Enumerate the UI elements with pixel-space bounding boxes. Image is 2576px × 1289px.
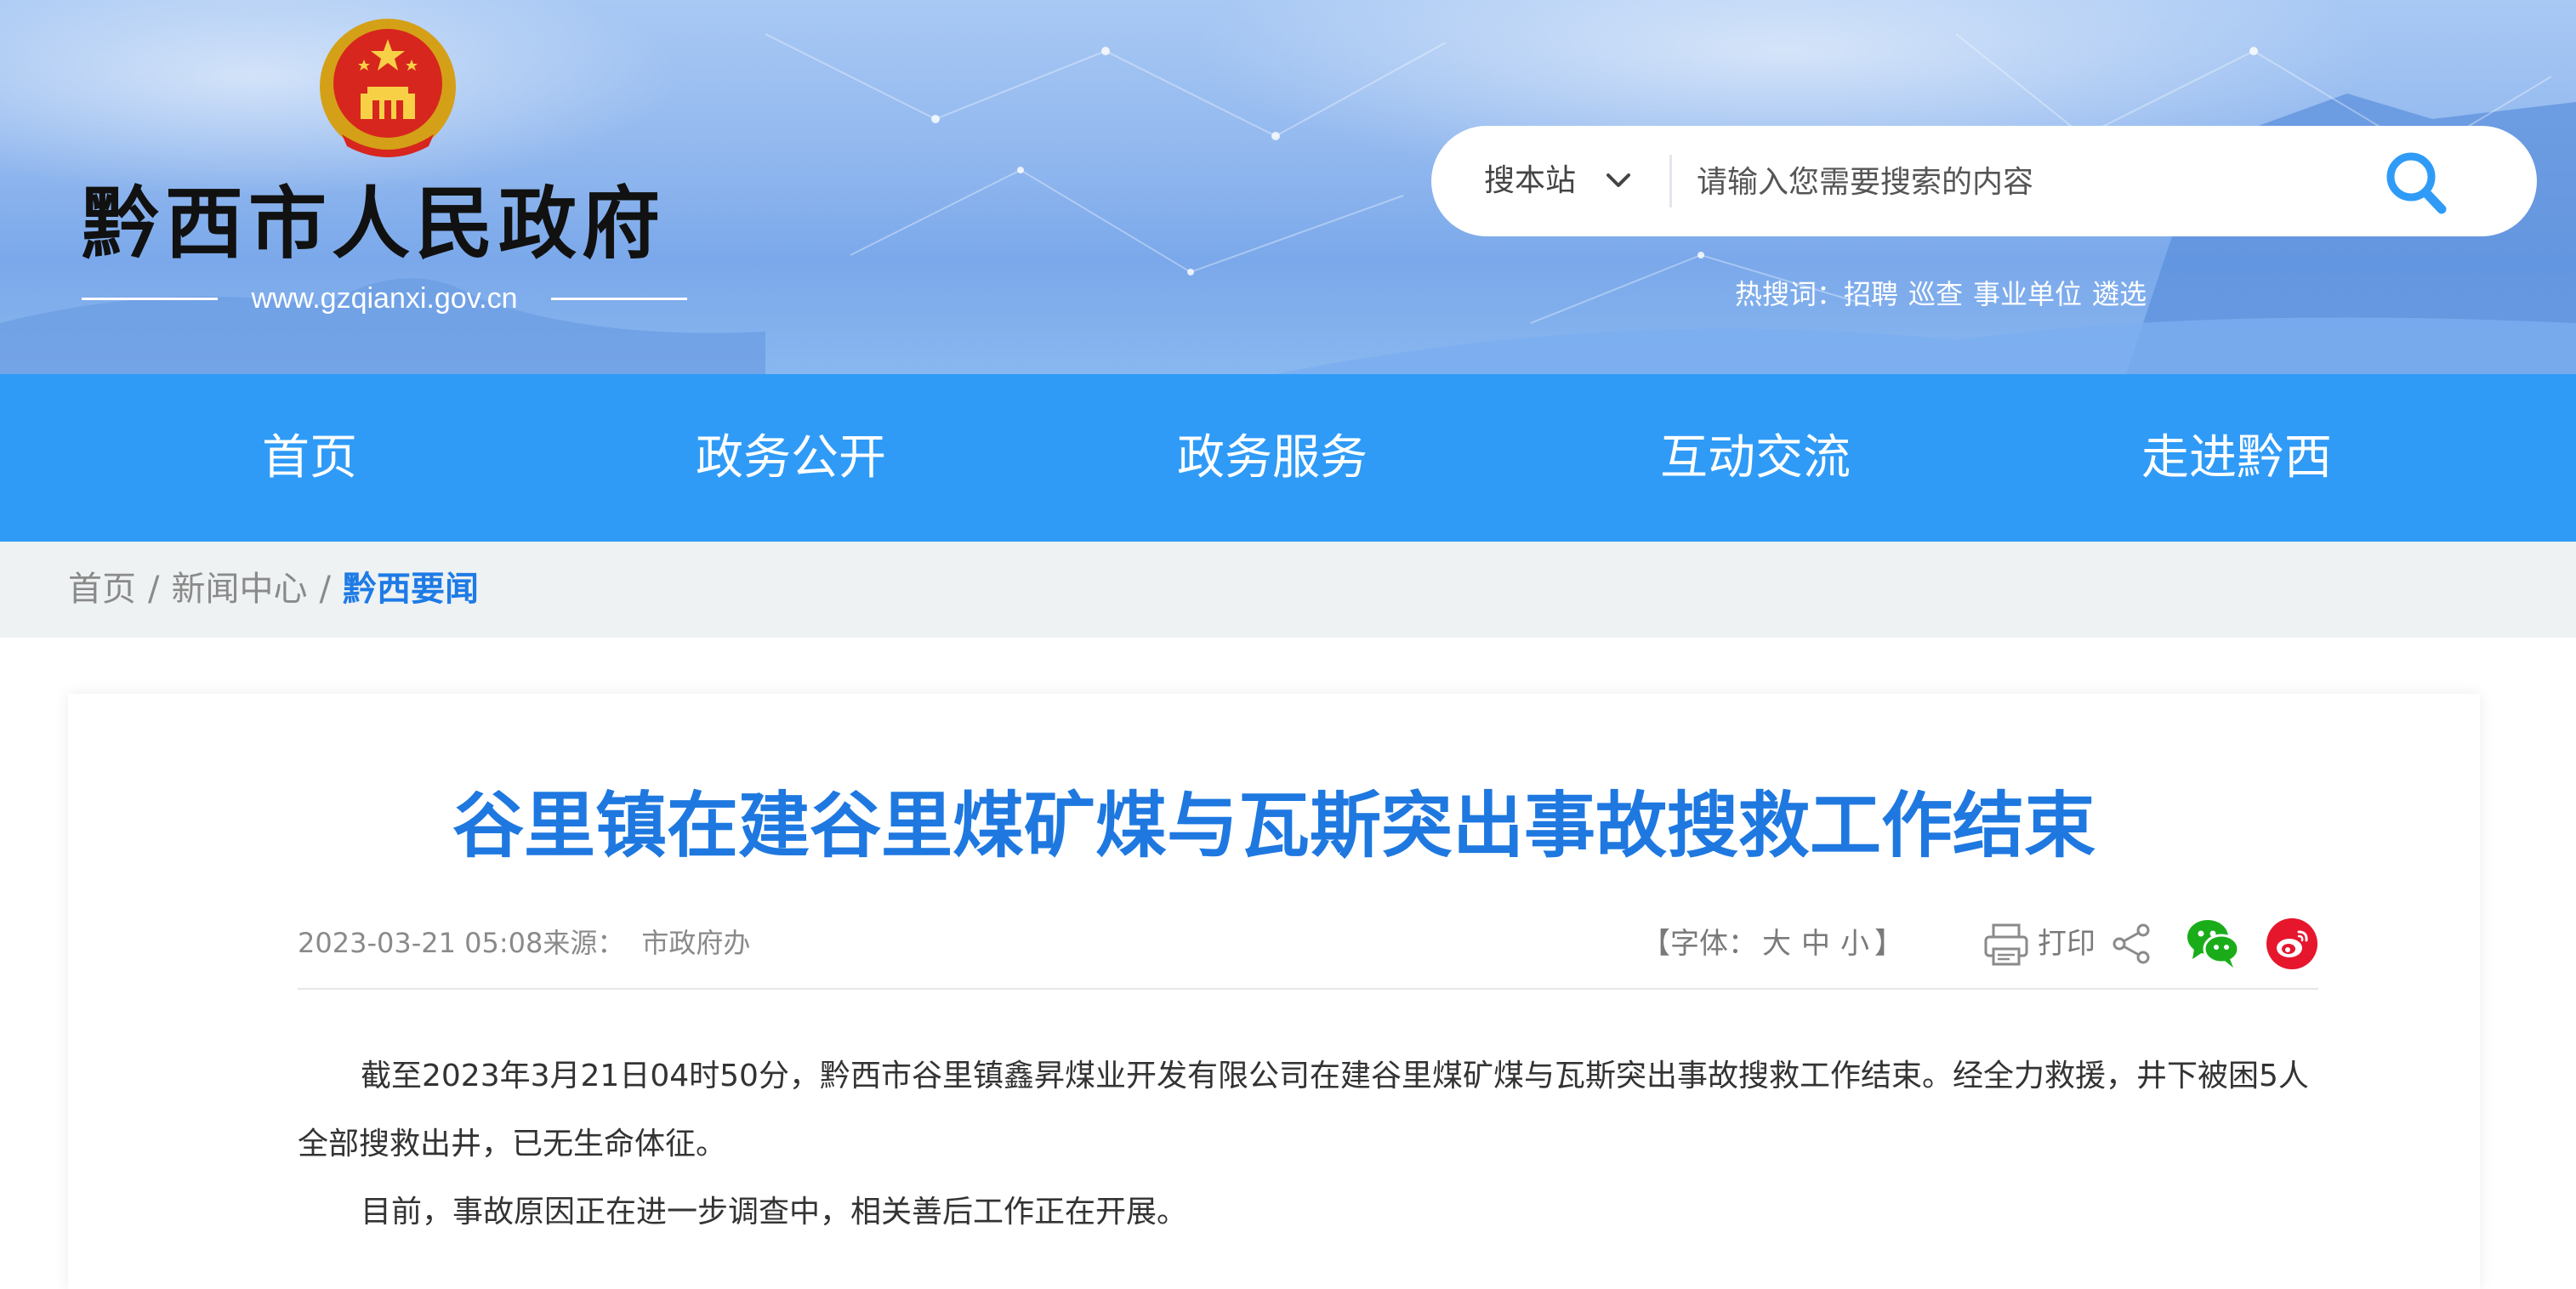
nav-item-government-affairs[interactable]: 政务公开 xyxy=(696,374,886,542)
print-button[interactable]: 打印 xyxy=(2038,917,2095,971)
font-size-medium[interactable]: 中 xyxy=(1801,927,1830,961)
site-name[interactable]: 黔西市人民政府 xyxy=(82,177,711,270)
search-input[interactable] xyxy=(1695,147,2379,217)
font-size-controls: 【字体：大中小】 xyxy=(1641,917,1903,971)
article-paragraph: 目前，事故原因正在进一步调查中，相关善后工作正在开展。 xyxy=(361,1195,1188,1229)
hot-search-term[interactable]: 事业单位 xyxy=(1973,278,2082,310)
url-divider-right xyxy=(551,298,687,300)
main-nav: 首页 政务公开 政务服务 互动交流 走进黔西 xyxy=(0,374,2576,542)
chevron-down-icon[interactable] xyxy=(1601,163,1635,197)
meta-divider xyxy=(298,988,2318,990)
nav-item-about-qianxi[interactable]: 走进黔西 xyxy=(2141,374,2332,542)
article-source: 市政府办 xyxy=(641,927,751,959)
search-scope-label: 搜本站 xyxy=(1484,163,1577,198)
nav-item-government-services[interactable]: 政务服务 xyxy=(1177,374,1368,542)
article-paragraph: 截至2023年3月21日04时50分，黔西市谷里镇鑫昇煤业开发有限公司在建谷里煤… xyxy=(298,1059,2309,1161)
font-size-small[interactable]: 小 xyxy=(1840,927,1869,961)
breadcrumb-news-center[interactable]: 新闻中心 xyxy=(171,570,307,609)
search-scope-select[interactable]: 搜本站 xyxy=(1484,126,1576,236)
breadcrumb-separator: / xyxy=(148,570,160,609)
share-icon[interactable] xyxy=(2109,922,2153,966)
wechat-icon[interactable] xyxy=(2186,917,2240,969)
site-url-block: www.gzqianxi.gov.cn xyxy=(82,277,687,320)
search-icon[interactable] xyxy=(2367,145,2469,218)
breadcrumb-current[interactable]: 黔西要闻 xyxy=(343,570,479,609)
article-body: 截至2023年3月21日04时50分，黔西市谷里镇鑫昇煤业开发有限公司在建谷里煤… xyxy=(298,1042,2318,1246)
hot-search-term[interactable]: 巡查 xyxy=(1908,278,1963,310)
breadcrumb: 首页 / 新闻中心 / 黔西要闻 xyxy=(68,542,479,638)
font-size-label-close: 】 xyxy=(1874,927,1903,961)
national-emblem-icon xyxy=(320,19,456,157)
breadcrumb-separator: / xyxy=(319,570,331,609)
source-label: 来源： xyxy=(543,927,625,959)
hot-search: 热搜词：招聘 巡查 事业单位 遴选 xyxy=(1735,274,2157,315)
article-title: 谷里镇在建谷里煤矿煤与瓦斯突出事故搜救工作结束 xyxy=(452,784,2095,867)
search-box: 搜本站 xyxy=(1431,126,2537,236)
breadcrumb-bar: 首页 / 新闻中心 / 黔西要闻 xyxy=(0,542,2576,638)
hot-search-label: 热搜词： xyxy=(1735,278,1845,310)
article-datetime: 2023-03-21 05:08 xyxy=(298,927,543,959)
breadcrumb-home[interactable]: 首页 xyxy=(68,570,136,609)
nav-item-interaction[interactable]: 互动交流 xyxy=(1660,374,1851,542)
hot-search-term[interactable]: 招聘 xyxy=(1844,278,1898,310)
nav-item-home[interactable]: 首页 xyxy=(262,374,357,542)
font-size-large[interactable]: 大 xyxy=(1762,927,1791,961)
search-divider xyxy=(1669,155,1672,207)
print-icon[interactable] xyxy=(1982,920,2031,969)
weibo-icon[interactable] xyxy=(2266,918,2317,969)
font-size-label-open: 【字体： xyxy=(1641,927,1757,961)
header-banner: 黔西市人民政府 www.gzqianxi.gov.cn 搜本站 热搜词：招聘巡查… xyxy=(0,0,2576,374)
hot-search-term[interactable]: 遴选 xyxy=(2092,278,2147,310)
article-card: 谷里镇在建谷里煤矿煤与瓦斯突出事故搜救工作结束 2023-03-21 05:08… xyxy=(68,694,2480,1289)
article-meta: 2023-03-21 05:08来源： 市政府办 xyxy=(298,922,750,964)
